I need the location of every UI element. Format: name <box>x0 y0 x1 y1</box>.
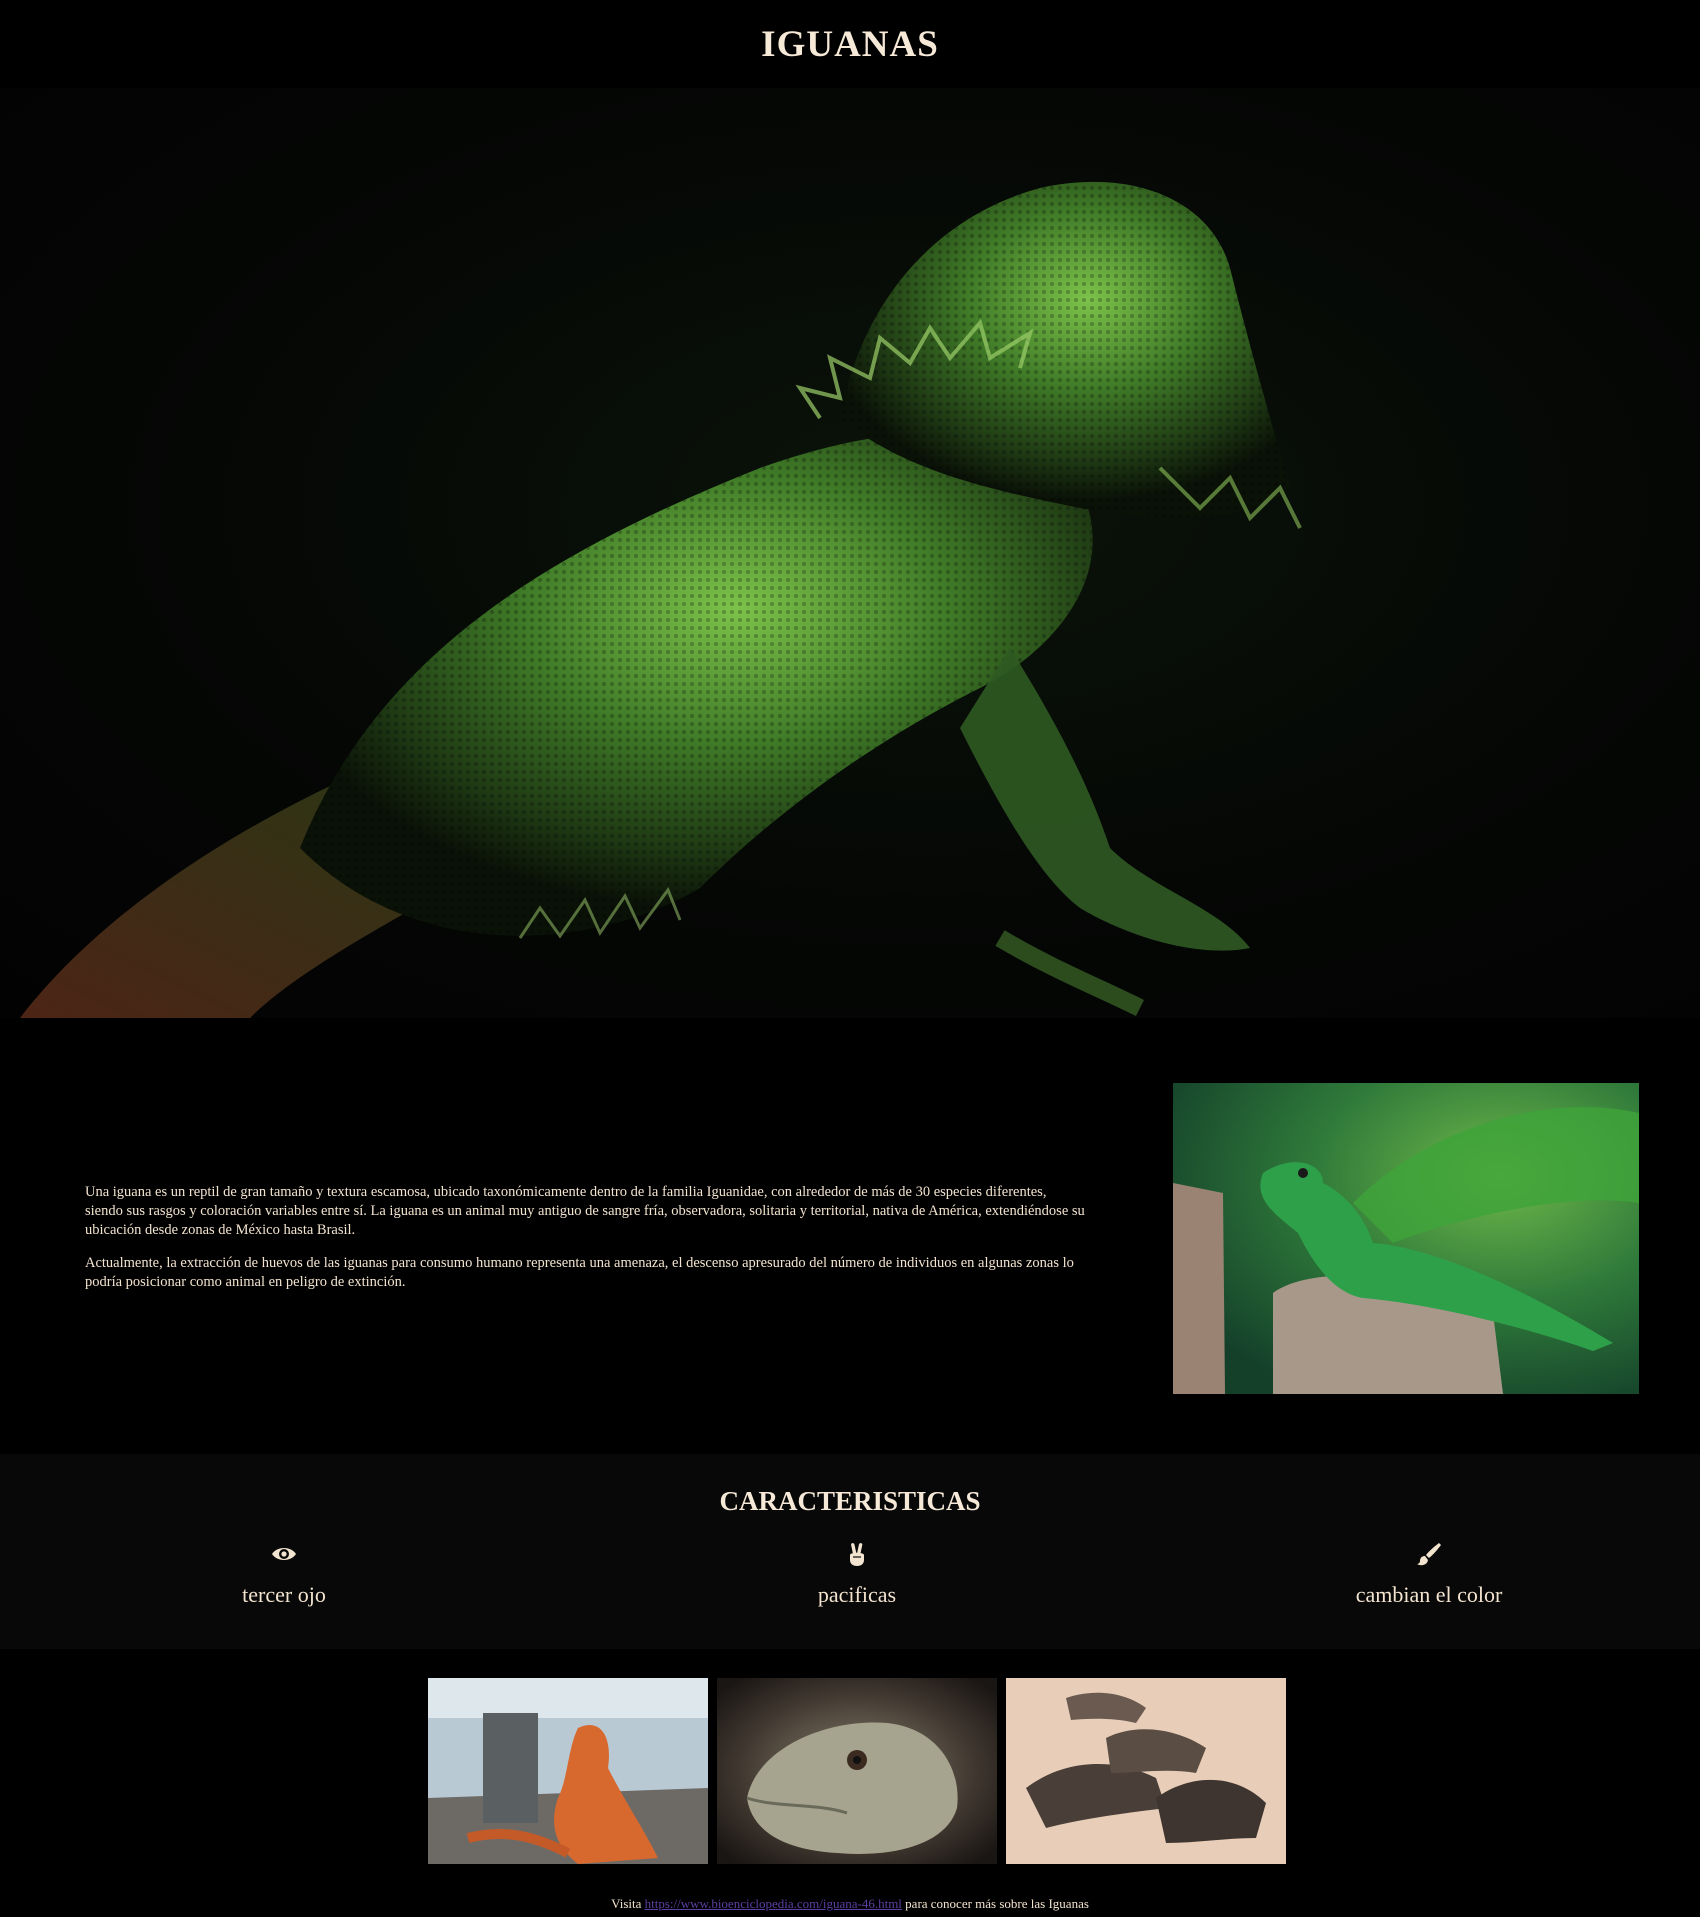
site-header: IGUANAS <box>0 0 1700 88</box>
intro-paragraph: Una iguana es un reptil de gran tamaño y… <box>85 1184 1085 1238</box>
features-section: CARACTERISTICAS tercer ojo pacificas cam… <box>0 1454 1700 1649</box>
site-title: IGUANAS <box>761 23 939 65</box>
paint-brush-icon <box>1417 1543 1441 1566</box>
green-lizard-on-stump-illustration <box>1173 1083 1639 1394</box>
footer-suffix: para conocer más sobre las Iguanas <box>905 1896 1089 1911</box>
bioenciclopedia-link[interactable]: https://www.bioenciclopedia.com/iguana-4… <box>645 1896 902 1911</box>
intro-paragraph: Actualmente, la extracción de huevos de … <box>85 1255 1074 1290</box>
peace-hand-icon <box>850 1543 864 1566</box>
iguanas-on-sand-illustration <box>1006 1678 1286 1864</box>
iguana-face-illustration <box>717 1678 997 1864</box>
feature-label: pacificas <box>817 1582 897 1607</box>
iguana-side-photo <box>1173 1083 1639 1394</box>
feature-cambian-el-color: cambian el color <box>1279 1540 1579 1608</box>
intro-section: Una iguana es un reptil de gran tamaño y… <box>0 1018 1700 1454</box>
gallery-photo-iguanas-on-sand <box>1006 1678 1286 1864</box>
feature-tercer-ojo: tercer ojo <box>134 1540 434 1608</box>
hero-image <box>0 88 1700 1018</box>
photo-gallery <box>0 1649 1700 1891</box>
feature-label: tercer ojo <box>242 1582 326 1607</box>
feature-label: cambian el color <box>1355 1582 1503 1607</box>
orange-iguana-illustration <box>428 1678 708 1864</box>
feature-pacificas: pacificas <box>707 1540 1007 1608</box>
footer-prefix: Visita <box>611 1896 642 1911</box>
site-footer: Visita https://www.bioenciclopedia.com/i… <box>0 1891 1700 1917</box>
eye-icon <box>272 1548 296 1560</box>
gallery-photo-iguana-face <box>717 1678 997 1864</box>
gallery-photo-orange-iguana <box>428 1678 708 1864</box>
hero-iguana-illustration <box>20 181 1302 1018</box>
features-title: CARACTERISTICAS <box>719 1486 981 1516</box>
intro-text: Una iguana es un reptil de gran tamaño y… <box>85 1183 1085 1306</box>
